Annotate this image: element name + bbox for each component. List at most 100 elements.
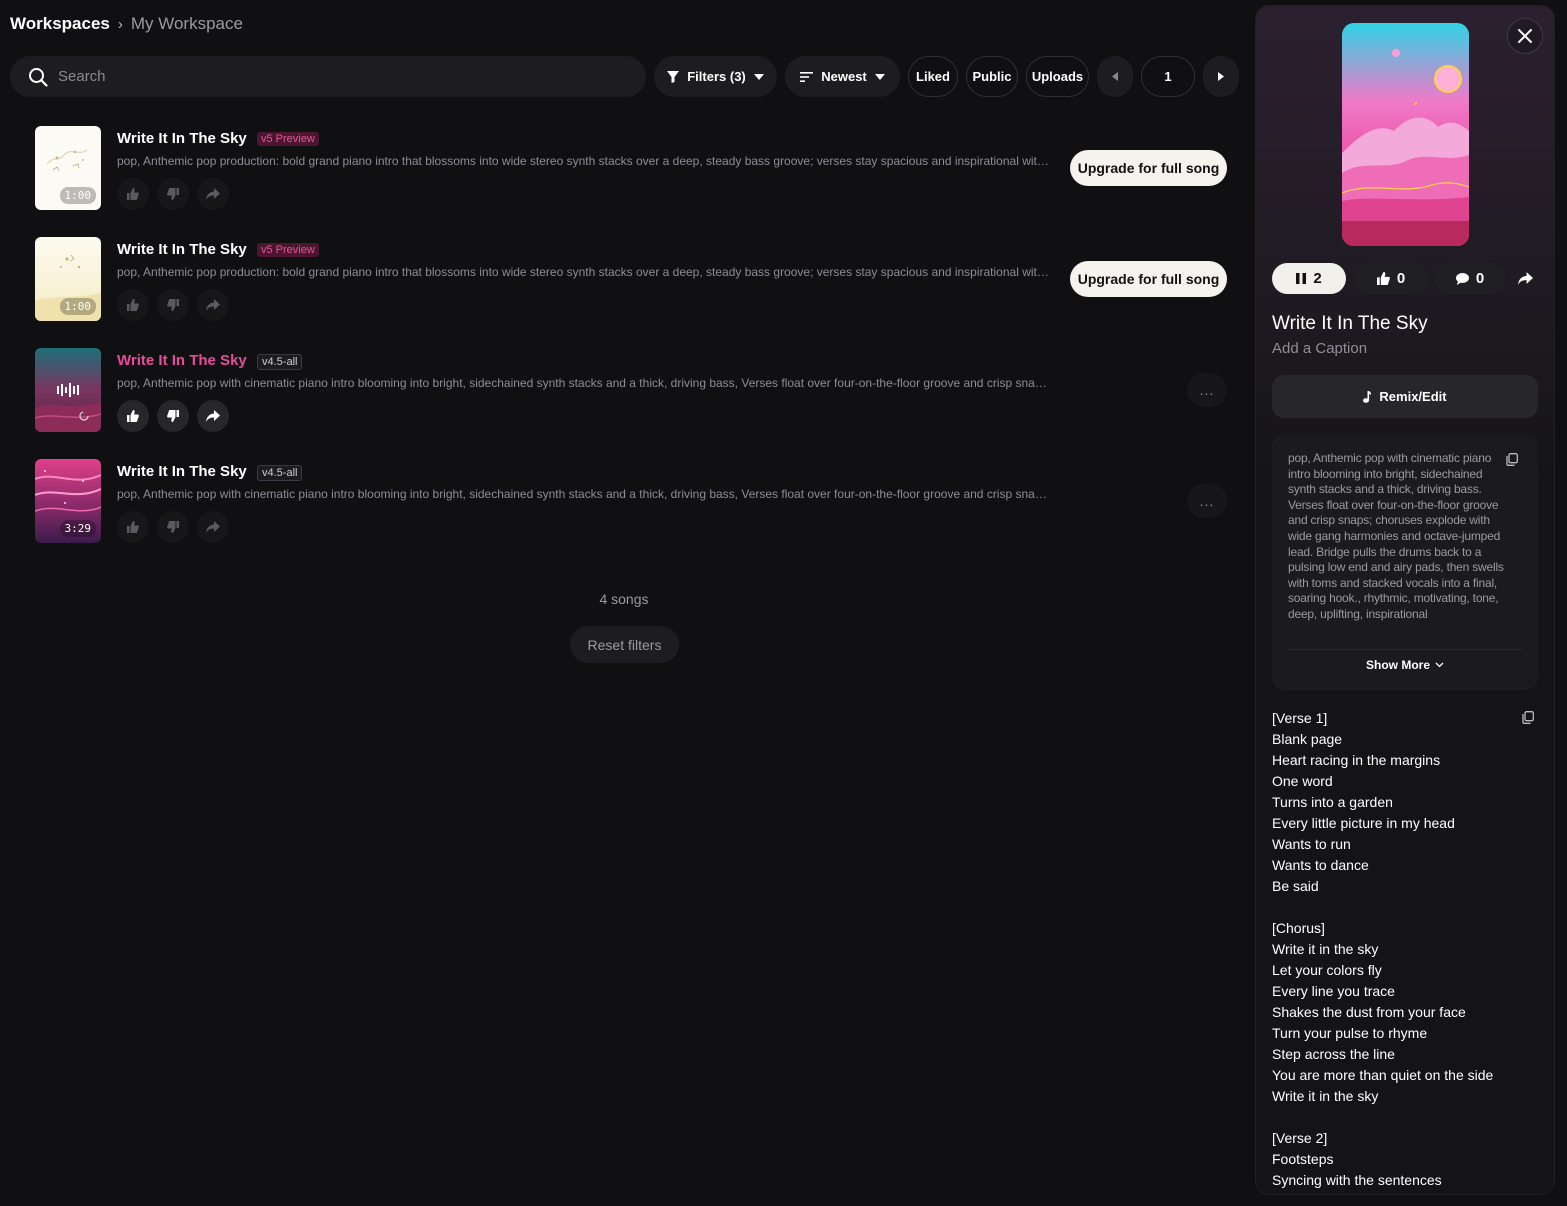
music-note-icon xyxy=(1363,390,1372,403)
style-prompt-text: pop, Anthemic pop with cinematic piano i… xyxy=(1288,451,1504,621)
lyric-line: Every little picture in my head xyxy=(1272,815,1455,831)
more-options-button[interactable]: ... xyxy=(1187,484,1227,518)
search-bar[interactable] xyxy=(10,56,646,97)
thumbs-up-icon xyxy=(127,521,139,533)
thumbs-up-icon xyxy=(1376,272,1390,285)
dislike-button[interactable] xyxy=(157,178,189,210)
song-title[interactable]: Write It In The Sky xyxy=(117,130,247,147)
show-more-button[interactable]: Show More xyxy=(1272,658,1538,672)
song-title[interactable]: Write It In The Sky xyxy=(117,463,247,480)
lyric-line: One word xyxy=(1272,773,1333,789)
song-cover[interactable]: 1:00 xyxy=(35,126,101,210)
add-caption-link[interactable]: Add a Caption xyxy=(1272,340,1367,357)
upgrade-button[interactable]: Upgrade for full song xyxy=(1070,150,1227,186)
lyric-line: Wants to dance xyxy=(1272,857,1369,873)
lyric-line: Turns into a garden xyxy=(1272,794,1393,810)
share-icon xyxy=(1517,272,1533,285)
more-options-button[interactable]: ... xyxy=(1187,373,1227,407)
song-description: pop, Anthemic pop with cinematic piano i… xyxy=(117,487,1052,501)
song-count: 4 songs xyxy=(599,591,649,607)
thumbs-up-icon xyxy=(127,299,139,311)
share-icon xyxy=(206,521,220,533)
version-badge: v5 Preview xyxy=(257,243,319,257)
divider xyxy=(1288,649,1522,650)
pause-icon xyxy=(1296,273,1307,284)
copy-lyrics-icon[interactable] xyxy=(1522,711,1534,724)
toolbar: Filters (3) Newest Liked Public Uploads … xyxy=(10,56,1240,97)
like-button[interactable] xyxy=(117,178,149,210)
song-row[interactable]: 1:00 Write It In The Sky v5 Preview pop,… xyxy=(35,126,1230,212)
reset-filters-button[interactable]: Reset filters xyxy=(570,626,679,663)
breadcrumb-current: My Workspace xyxy=(130,14,243,33)
lyric-line: Blank page xyxy=(1272,731,1343,747)
show-more-label: Show More xyxy=(1365,658,1430,672)
remix-edit-button[interactable]: Remix/Edit xyxy=(1272,375,1538,418)
play-pause-button[interactable]: 2 xyxy=(1272,263,1346,294)
song-description: pop, Anthemic pop production: bold grand… xyxy=(117,154,1052,168)
upgrade-button[interactable]: Upgrade for full song xyxy=(1070,261,1227,297)
lyric-line: [Chorus] xyxy=(1272,920,1325,936)
caret-left-icon xyxy=(1112,72,1118,81)
public-filter-button[interactable]: Public xyxy=(966,56,1018,97)
dislike-button[interactable] xyxy=(157,289,189,321)
song-cover[interactable] xyxy=(35,348,101,432)
dislike-button[interactable] xyxy=(157,511,189,543)
liked-filter-button[interactable]: Liked xyxy=(908,56,958,97)
song-title[interactable]: Write It In The Sky xyxy=(117,352,247,369)
remix-label: Remix/Edit xyxy=(1379,389,1447,404)
page-number[interactable]: 1 xyxy=(1141,56,1195,97)
lyric-line xyxy=(1272,897,1522,918)
lyric-line: Wants to run xyxy=(1272,836,1351,852)
song-detail-panel: 2 0 0 Write It In The Sky Add a Caption … xyxy=(1255,5,1555,1195)
share-icon xyxy=(206,410,220,422)
caret-right-icon xyxy=(1218,72,1224,81)
share-button[interactable] xyxy=(197,289,229,321)
lyric-line: [Verse 1] xyxy=(1272,710,1328,726)
search-input[interactable] xyxy=(58,68,618,85)
lyric-line: Write it in the sky xyxy=(1272,941,1379,957)
style-prompt-box: pop, Anthemic pop with cinematic piano i… xyxy=(1272,435,1538,690)
version-badge: v4.5-all xyxy=(257,465,303,481)
lyrics: [Verse 1] Blank page Heart racing in the m… xyxy=(1272,708,1522,1191)
prev-page-button[interactable] xyxy=(1097,56,1133,97)
share-button[interactable] xyxy=(1508,263,1542,294)
share-button[interactable] xyxy=(197,511,229,543)
song-actions xyxy=(117,178,229,210)
song-row[interactable]: 3:29 Write It In The Sky v4.5-all pop, A… xyxy=(35,459,1230,545)
like-count-button[interactable]: 0 xyxy=(1354,263,1428,294)
like-button[interactable] xyxy=(117,511,149,543)
like-button[interactable] xyxy=(117,400,149,432)
song-cover[interactable]: 1:00 xyxy=(35,237,101,321)
song-row[interactable]: Write It In The Sky v4.5-all pop, Anthem… xyxy=(35,348,1230,434)
uploads-filter-button[interactable]: Uploads xyxy=(1026,56,1089,97)
song-cover[interactable]: 3:29 xyxy=(35,459,101,543)
dislike-button[interactable] xyxy=(157,400,189,432)
lyric-line: Turn your pulse to rhyme xyxy=(1272,1025,1428,1041)
song-actions xyxy=(117,511,229,543)
version-badge: v5 Preview xyxy=(257,132,319,146)
like-button[interactable] xyxy=(117,289,149,321)
filters-button[interactable]: Filters (3) xyxy=(654,56,777,97)
copy-style-icon[interactable] xyxy=(1506,453,1518,466)
share-button[interactable] xyxy=(197,400,229,432)
panel-song-title: Write It In The Sky xyxy=(1272,313,1428,334)
thumbs-down-icon xyxy=(167,188,179,200)
next-page-button[interactable] xyxy=(1203,56,1239,97)
lyric-line: You are more than quiet on the side xyxy=(1272,1067,1494,1083)
close-panel-button[interactable] xyxy=(1507,18,1543,54)
search-icon xyxy=(28,67,48,87)
lyric-line: Let your colors fly xyxy=(1272,962,1382,978)
song-title[interactable]: Write It In The Sky xyxy=(117,241,247,258)
share-button[interactable] xyxy=(197,178,229,210)
lyric-line: Heart racing in the margins xyxy=(1272,752,1441,768)
comments-button[interactable]: 0 xyxy=(1434,263,1506,294)
play-count: 2 xyxy=(1313,270,1322,287)
lyric-line: [Verse 2] xyxy=(1272,1130,1328,1146)
breadcrumb-workspaces[interactable]: Workspaces xyxy=(10,14,110,34)
sort-button[interactable]: Newest xyxy=(785,56,900,97)
lyric-line: Shakes the dust from your face xyxy=(1272,1004,1466,1020)
share-icon xyxy=(206,299,220,311)
song-actions xyxy=(117,289,229,321)
song-row[interactable]: 1:00 Write It In The Sky v5 Preview pop,… xyxy=(35,237,1230,323)
song-stats: 2 0 0 xyxy=(1272,263,1542,294)
